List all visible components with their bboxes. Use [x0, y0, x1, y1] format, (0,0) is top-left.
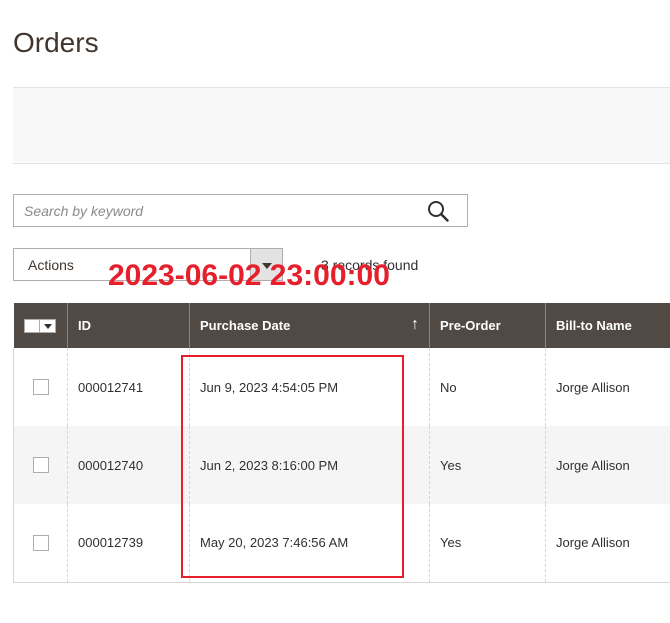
cell-pre-order: No — [429, 348, 546, 426]
row-select-cell — [13, 504, 68, 583]
page-title: Orders — [13, 27, 99, 58]
cell-id: 000012740 — [67, 426, 190, 504]
table-row[interactable]: 000012739 May 20, 2023 7:46:56 AM Yes Jo… — [13, 504, 670, 583]
grid-header-row: ID Purchase Date ↑ Pre-Order Bill-to Nam… — [13, 303, 670, 348]
orders-grid: ID Purchase Date ↑ Pre-Order Bill-to Nam… — [13, 303, 670, 583]
table-row[interactable]: 000012741 Jun 9, 2023 4:54:05 PM No Jorg… — [13, 348, 670, 426]
cell-purchase-date: Jun 9, 2023 4:54:05 PM — [189, 348, 430, 426]
search-input[interactable] — [14, 195, 414, 226]
top-panel — [13, 87, 670, 164]
cell-purchase-date: May 20, 2023 7:46:56 AM — [189, 504, 430, 583]
row-checkbox[interactable] — [33, 457, 49, 474]
actions-label: Actions — [28, 257, 74, 273]
caret-down-icon[interactable] — [43, 324, 52, 330]
overlay-timestamp-annotation: 2023-06-02 23:00:00 — [108, 259, 390, 292]
column-header-bill-to-name[interactable]: Bill-to Name — [545, 303, 670, 348]
row-select-cell — [13, 348, 68, 426]
row-checkbox[interactable] — [33, 535, 49, 552]
column-header-id[interactable]: ID — [67, 303, 190, 348]
cell-bill-to-name: Jorge Allison — [545, 426, 670, 504]
cell-bill-to-name: Jorge Allison — [556, 379, 630, 395]
mass-select-checkbox[interactable] — [23, 319, 56, 334]
row-checkbox[interactable] — [33, 379, 49, 396]
column-header-purchase-date[interactable]: Purchase Date ↑ — [189, 303, 430, 348]
checkbox-box[interactable] — [24, 320, 40, 333]
column-header-pre-order[interactable]: Pre-Order — [429, 303, 546, 348]
search-icon[interactable] — [427, 200, 449, 222]
cell-id: 000012739 — [67, 504, 190, 583]
cell-bill-to-name: Jorge Allison — [545, 504, 670, 583]
cell-pre-order: Yes — [429, 504, 546, 583]
row-select-cell — [13, 426, 68, 504]
cell-purchase-date: Jun 2, 2023 8:16:00 PM — [189, 426, 430, 504]
table-row[interactable]: 000012740 Jun 2, 2023 8:16:00 PM Yes Jor… — [13, 426, 670, 504]
cell-id: 000012741 — [67, 348, 190, 426]
search-box — [13, 194, 468, 227]
column-header-label: Purchase Date — [200, 318, 291, 333]
sort-ascending-icon[interactable]: ↑ — [411, 316, 419, 334]
cell-pre-order: Yes — [429, 426, 546, 504]
header-select-all[interactable] — [13, 303, 68, 348]
